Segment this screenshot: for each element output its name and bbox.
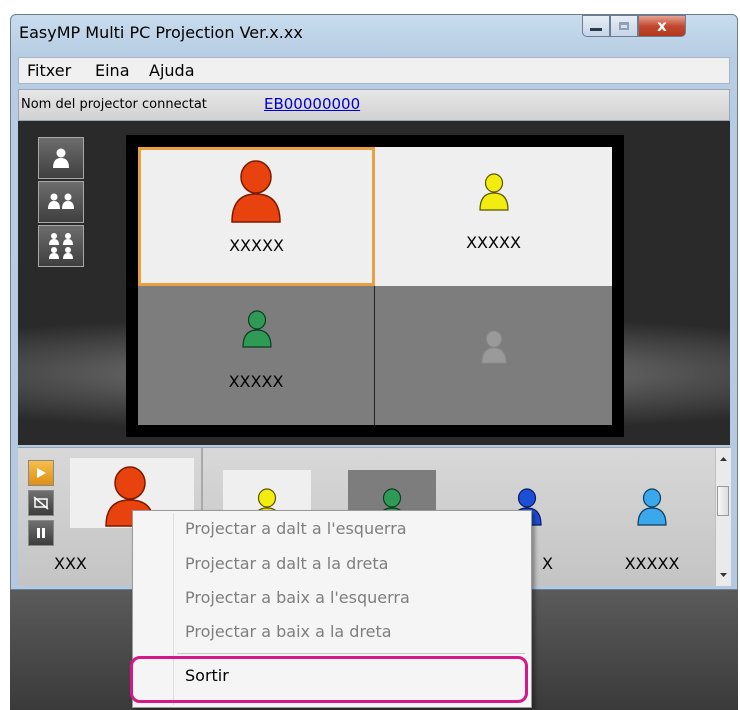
play-button[interactable] [28,460,54,486]
user-name: XXX [54,554,87,573]
scroll-down-icon[interactable] [716,570,731,580]
menu-project-top-right[interactable]: Projectar a dalt a la dreta [185,554,388,573]
user-yellow-icon [479,173,509,211]
menu-eina[interactable]: Eina [95,61,130,80]
minimize-icon [590,28,602,31]
hide-button[interactable] [28,490,54,516]
projector-status-bar: Nom del projector connectat EB00000000 [18,89,730,121]
menu-separator [177,653,525,654]
close-button[interactable]: x [638,15,686,37]
quadrant-bottom-left[interactable]: XXXXX [138,286,375,425]
quadrant-user-name: XXXXX [228,372,284,391]
user-name: XXXXX [624,554,680,573]
maximize-button[interactable] [610,15,638,37]
title-bar: EasyMP Multi PC Projection Ver.x.xx x [11,15,737,51]
layout-four-button[interactable] [38,225,84,267]
menu-project-top-left[interactable]: Projectar a dalt a l'esquerra [185,519,407,538]
context-menu: Projectar a dalt a l'esquerra Projectar … [130,510,532,708]
vertical-scrollbar[interactable] [715,448,731,586]
pause-button[interactable] [28,520,54,546]
menu-bar: Fitxer Eina Ajuda [18,57,730,84]
user-red-icon [231,160,281,223]
window-title: EasyMP Multi PC Projection Ver.x.xx [19,23,303,42]
quadrant-bottom-right[interactable] [375,286,612,425]
minimize-button[interactable] [582,15,610,37]
projection-area: XXXXX XXXXX XXXXX [18,121,730,445]
menu-project-bottom-left[interactable]: Projectar a baix a l'esquerra [185,588,410,607]
user-green-icon [242,310,272,348]
projector-label: Nom del projector connectat [21,97,207,112]
close-icon: x [657,17,667,35]
one-user-layout-icon [53,148,69,168]
quadrant-top-right[interactable]: XXXXX [375,147,612,286]
quadrant-top-left[interactable]: XXXXX [138,147,375,286]
pause-icon [37,528,45,538]
layout-one-button[interactable] [38,137,84,179]
no-display-icon [33,496,49,510]
menu-fitxer[interactable]: Fitxer [27,61,71,80]
four-users-layout-icon [49,233,73,259]
projector-link[interactable]: EB00000000 [264,95,360,113]
app-window: EasyMP Multi PC Projection Ver.x.xx x Fi… [10,14,738,590]
user-item[interactable]: XXXXX [608,470,696,580]
user-lightblue-icon [637,488,667,526]
user-name: X [542,554,553,573]
scroll-up-icon[interactable] [716,454,731,464]
scroll-thumb[interactable] [717,486,729,516]
user-empty-icon [481,330,507,364]
menu-exit[interactable]: Sortir [185,666,229,685]
layout-two-button[interactable] [38,181,84,223]
play-icon [37,468,46,478]
quadrant-user-name: XXXXX [466,233,521,252]
maximize-icon [619,22,629,30]
quadrant-user-name: XXXXX [229,236,284,255]
projection-preview: XXXXX XXXXX XXXXX [126,135,624,437]
two-users-layout-icon [48,193,74,209]
menu-project-bottom-right[interactable]: Projectar a baix a la dreta [185,622,392,641]
menu-ajuda[interactable]: Ajuda [149,61,195,80]
